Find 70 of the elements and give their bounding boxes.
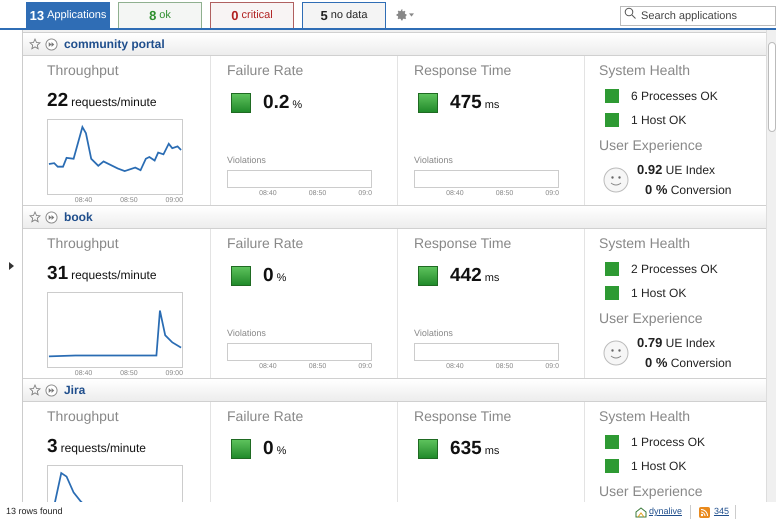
search-field[interactable]: Search applications	[620, 6, 776, 26]
rss-icon	[698, 506, 710, 518]
metric-title: System Health	[599, 61, 692, 80]
metric-title: System Health	[599, 407, 692, 426]
server-icon	[634, 506, 647, 518]
metric-title: Throughput	[47, 234, 120, 253]
fast-forward-icon[interactable]	[45, 210, 58, 224]
health-label: 1 Host OK	[631, 285, 686, 302]
metric-title: Response Time	[414, 61, 512, 80]
smiley-icon	[603, 340, 629, 366]
filter-tab[interactable]: 13 Applications	[26, 2, 110, 28]
health-label: 1 Host OK	[631, 458, 686, 475]
violations-label: Violations	[227, 154, 267, 167]
row-count: 13 rows found	[6, 505, 63, 518]
status-square	[418, 439, 438, 460]
filter-tab[interactable]: 8 ok	[118, 2, 202, 28]
filter-tab[interactable]: 0 critical	[210, 2, 294, 28]
star-icon[interactable]	[29, 384, 41, 396]
scrollbar[interactable]	[766, 30, 776, 502]
violations-label: Violations	[414, 154, 454, 167]
metric-title: Response Time	[414, 407, 512, 426]
filter-tab[interactable]: 5 no data	[302, 2, 386, 28]
gear-icon	[396, 9, 408, 21]
application-name[interactable]: community portal	[64, 35, 165, 53]
throughput-value: 3 requests/minute	[47, 435, 147, 459]
metric-title: Throughput	[47, 407, 120, 426]
throughput-value: 22 requests/minute	[47, 89, 158, 113]
application-name[interactable]: Jira	[64, 381, 86, 399]
status-square	[418, 266, 438, 286]
ue-index: 0.92 UE Index	[637, 161, 716, 179]
metric-title: System Health	[599, 234, 692, 253]
metric-title: User Experience	[599, 482, 704, 501]
health-label: 1 Host OK	[631, 112, 686, 129]
status-square	[231, 439, 251, 460]
metric-title: Failure Rate	[227, 407, 304, 426]
throughput-value: 31 requests/minute	[47, 262, 158, 286]
star-icon[interactable]	[29, 38, 41, 50]
metric-value: 475 ms	[450, 91, 500, 115]
metric-title: User Experience	[599, 136, 704, 155]
search-icon	[624, 7, 636, 19]
caret-icon	[409, 13, 414, 17]
status-square	[418, 93, 438, 114]
expand-arrow-icon[interactable]	[8, 262, 14, 270]
metric-title: Response Time	[414, 234, 512, 253]
metric-value: 442 ms	[450, 264, 500, 288]
metric-value: 635 ms	[450, 437, 500, 461]
metric-title: Failure Rate	[227, 234, 304, 253]
conversion: 0 % Conversion	[645, 354, 732, 372]
status-square	[231, 93, 251, 114]
metric-title: User Experience	[599, 309, 704, 328]
metric-value: 0%	[263, 437, 286, 461]
violations-label: Violations	[227, 327, 267, 340]
metric-title: Failure Rate	[227, 61, 304, 80]
server-link[interactable]: dynalive	[648, 505, 682, 519]
status-square	[231, 266, 251, 286]
violations-label: Violations	[414, 327, 454, 340]
fast-forward-icon[interactable]	[45, 38, 58, 50]
fast-forward-icon[interactable]	[45, 384, 58, 396]
smiley-icon	[603, 166, 629, 192]
metric-value: 0%	[263, 264, 286, 288]
health-label: 2 Processes OK	[631, 261, 718, 278]
health-label: 1 Process OK	[631, 434, 706, 451]
feed-count-link[interactable]: 345	[714, 505, 729, 519]
ue-index: 0.79 UE Index	[637, 334, 716, 352]
metric-title: Throughput	[47, 61, 120, 80]
application-name[interactable]: book	[64, 208, 93, 226]
health-label: 6 Processes OK	[631, 88, 718, 105]
metric-value: 0.2%	[263, 91, 302, 115]
conversion: 0 % Conversion	[645, 180, 732, 198]
star-icon[interactable]	[29, 211, 41, 223]
